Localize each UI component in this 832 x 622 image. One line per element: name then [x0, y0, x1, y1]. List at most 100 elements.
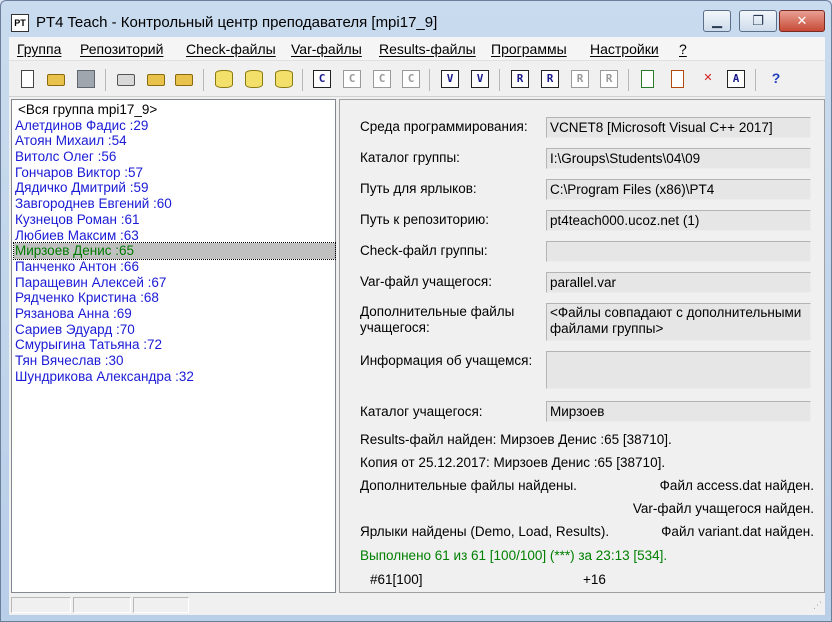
list-item[interactable]: Алетдинов Фадис :29: [14, 118, 335, 134]
list-item[interactable]: Панченко Антон :66: [14, 259, 335, 275]
export-folder-icon[interactable]: [147, 74, 165, 86]
database-import-icon[interactable]: [245, 70, 263, 88]
status-pane: [11, 597, 71, 613]
list-item[interactable]: Витолс Олег :56: [14, 149, 335, 165]
status-pane: [73, 597, 131, 613]
maximize-button[interactable]: ❐: [739, 10, 777, 32]
list-item[interactable]: Атоян Михаил :54: [14, 133, 335, 149]
completed-text: Выполнено 61 из 61 [100/100] (***) за 23…: [360, 548, 668, 563]
extra-files-field[interactable]: <Файлы совпадают с дополнительными файла…: [546, 303, 811, 341]
toolbar-separator: [628, 69, 629, 91]
results-r-export-icon[interactable]: R: [600, 70, 618, 88]
menu-programs[interactable]: Программы: [491, 41, 567, 57]
list-item-all-group[interactable]: <Вся группа mpi17_9>: [14, 102, 335, 118]
app-window: PT PT4 Teach - Контрольный центр препода…: [0, 0, 832, 622]
list-item[interactable]: Рядченко Кристина :68: [14, 290, 335, 306]
var-file-label: Var-файл учащегося:: [360, 274, 492, 289]
client-area: Группа Репозиторий Check-файлы Var-файлы…: [9, 37, 825, 615]
status-pane: [133, 597, 189, 613]
database-icon[interactable]: [215, 70, 233, 88]
details-panel: Среда программирования: VCNET8 [Microsof…: [339, 99, 825, 593]
list-item[interactable]: Шундрикова Александра :32: [14, 369, 335, 385]
list-item[interactable]: Любиев Максим :63: [14, 228, 335, 244]
list-item[interactable]: Паращевин Алексей :67: [14, 275, 335, 291]
list-item[interactable]: Смурыгина Татьяна :72: [14, 337, 335, 353]
check-c-ok-icon[interactable]: C: [373, 70, 391, 88]
env-field[interactable]: VCNET8 [Microsoft Visual C++ 2017]: [546, 117, 811, 138]
var-v-icon[interactable]: V: [441, 70, 459, 88]
list-item[interactable]: Дядичко Дмитрий :59: [14, 180, 335, 196]
results-r-icon[interactable]: R: [511, 70, 529, 88]
minimize-button[interactable]: ▁: [703, 10, 731, 32]
check-c-icon[interactable]: C: [313, 70, 331, 88]
open-folder-icon[interactable]: [47, 74, 65, 86]
database-export-icon[interactable]: [275, 70, 293, 88]
shortcuts-found-text: Ярлыки найдены (Demo, Load, Results).: [360, 524, 610, 539]
student-info-field[interactable]: [546, 351, 811, 389]
title-bar[interactable]: PT PT4 Teach - Контрольный центр препода…: [1, 1, 831, 37]
student-list[interactable]: <Вся группа mpi17_9> Алетдинов Фадис :29…: [12, 100, 336, 385]
repo-path-label: Путь к репозиторию:: [360, 212, 489, 227]
results-r-view-icon[interactable]: R: [541, 70, 559, 88]
save-disk-icon[interactable]: [77, 70, 95, 88]
list-item[interactable]: Завгороднев Евгений :60: [14, 196, 335, 212]
menu-settings[interactable]: Настройки: [590, 41, 659, 57]
student-dir-label: Каталог учащегося:: [360, 404, 483, 419]
env-label: Среда программирования:: [360, 119, 528, 134]
resize-grip-icon[interactable]: ⋰: [813, 599, 825, 611]
results-found-text: Results-файл найден: Мирзоев Денис :65 […: [360, 432, 672, 447]
menu-repository[interactable]: Репозиторий: [80, 41, 163, 57]
scan-icon[interactable]: [117, 74, 135, 86]
repo-path-field[interactable]: pt4teach000.ucoz.net (1): [546, 210, 811, 231]
list-item[interactable]: Тян Вячеслав :30: [14, 353, 335, 369]
menu-group[interactable]: Группа: [17, 41, 61, 57]
results-r-copy-icon[interactable]: R: [571, 70, 589, 88]
toolbar-separator: [499, 69, 500, 91]
list-item-selected[interactable]: Мирзоев Денис :65: [13, 242, 336, 260]
task-count-text: #61[100]: [370, 572, 423, 587]
shortcuts-path-field[interactable]: C:\Program Files (x86)\PT4: [546, 179, 811, 200]
shortcuts-path-label: Путь для ярлыков:: [360, 181, 477, 196]
archive-a-icon[interactable]: A: [727, 70, 745, 88]
student-dir-field[interactable]: Мирзоев: [546, 401, 811, 422]
menu-results-files[interactable]: Results-файлы: [379, 41, 476, 57]
status-bar: ⋰: [9, 595, 825, 615]
menu-help[interactable]: ?: [679, 41, 687, 57]
toolbar-separator: [755, 69, 756, 91]
new-document-icon[interactable]: [21, 70, 34, 88]
help-icon[interactable]: ?: [767, 70, 785, 88]
list-item[interactable]: Сариев Эдуард :70: [14, 322, 335, 338]
close-button[interactable]: ✕: [779, 10, 825, 32]
access-found-text: Файл access.dat найден.: [659, 478, 814, 493]
student-list-panel[interactable]: <Вся группа mpi17_9> Алетдинов Фадис :29…: [11, 99, 336, 593]
list-item[interactable]: Рязанова Анна :69: [14, 306, 335, 322]
var-v-delete-icon[interactable]: V: [471, 70, 489, 88]
menu-bar: Группа Репозиторий Check-файлы Var-файлы…: [9, 37, 825, 61]
menu-check-files[interactable]: Check-файлы: [186, 41, 276, 57]
list-item[interactable]: Гончаров Виктор :57: [14, 165, 335, 181]
toolbar-separator: [302, 69, 303, 91]
delete-file-icon[interactable]: ✕: [699, 70, 717, 88]
toolbar-separator: [429, 69, 430, 91]
list-item[interactable]: Кузнецов Роман :61: [14, 212, 335, 228]
var-file-field[interactable]: parallel.var: [546, 272, 811, 293]
copy-from-text: Копия от 25.12.2017: Мирзоев Денис :65 […: [360, 455, 666, 470]
extra-files-label: Дополнительные файлы учащегося:: [360, 304, 515, 335]
var-found-text: Var-файл учащегося найден.: [632, 501, 814, 516]
menu-var-files[interactable]: Var-файлы: [291, 41, 362, 57]
add-file-icon[interactable]: [641, 70, 654, 88]
student-info-label: Информация об учащемся:: [360, 353, 533, 368]
check-file-field[interactable]: [546, 241, 811, 262]
check-c-copy-icon[interactable]: C: [402, 70, 420, 88]
import-folder-icon[interactable]: [175, 74, 193, 86]
toolbar: C C C C V V R R R R ✕ A ?: [9, 63, 825, 97]
check-file-label: Check-файл группы:: [360, 243, 488, 258]
group-dir-field[interactable]: I:\Groups\Students\04\09: [546, 148, 811, 169]
variant-found-text: Файл variant.dat найден.: [661, 524, 814, 539]
upload-file-icon[interactable]: [671, 70, 684, 88]
window-title: PT4 Teach - Контрольный центр преподават…: [36, 14, 438, 31]
app-icon: PT: [11, 14, 29, 32]
toolbar-separator: [105, 69, 106, 91]
toolbar-separator: [203, 69, 204, 91]
check-c-cancel-icon[interactable]: C: [343, 70, 361, 88]
